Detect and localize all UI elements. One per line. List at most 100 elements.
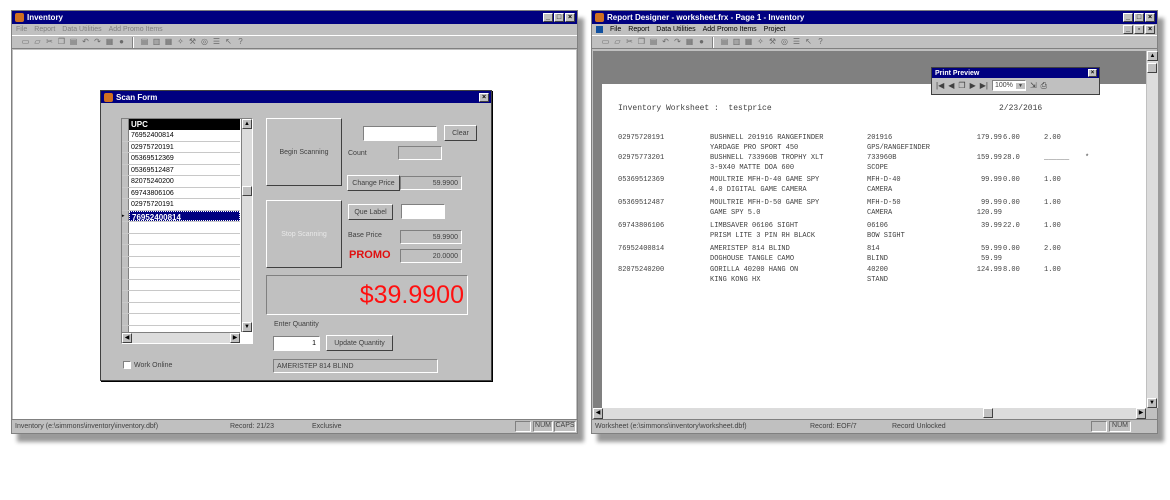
wand-icon[interactable]: ✧ (175, 37, 186, 47)
update-quantity-button[interactable]: Update Quantity (326, 335, 393, 351)
close-button[interactable]: × (565, 13, 575, 22)
menu-file[interactable]: File (16, 26, 27, 33)
hscroll-thumb[interactable] (983, 408, 993, 418)
report-titlebar[interactable]: Report Designer - worksheet.frx - Page 1… (592, 11, 1157, 24)
grid-row[interactable] (122, 268, 240, 280)
upc-cell[interactable]: 69743806106 (129, 188, 240, 199)
redo-icon[interactable]: ↷ (92, 37, 103, 47)
open-icon[interactable]: ▱ (32, 37, 43, 47)
table-icon[interactable]: ▦ (743, 37, 754, 47)
cut-icon[interactable]: ✂ (624, 37, 635, 47)
grid-row[interactable]: 69743806106 (122, 187, 240, 199)
row-selector[interactable] (122, 130, 129, 141)
upc-cell[interactable]: 76952400814 (129, 130, 240, 141)
hscroll-left-arrow[interactable]: ◀ (593, 408, 603, 419)
open-icon[interactable]: ▱ (612, 37, 623, 47)
first-page-icon[interactable]: |◀ (936, 81, 944, 90)
run-icon[interactable]: ● (696, 37, 707, 47)
pointer-icon[interactable]: ↖ (223, 37, 234, 47)
row-selector[interactable] (122, 245, 129, 256)
tools-icon[interactable]: ⚒ (767, 37, 778, 47)
scan-close-button[interactable]: × (479, 92, 489, 102)
menu-project[interactable]: Project (764, 26, 786, 33)
help-icon[interactable]: ? (815, 37, 826, 47)
row-selector[interactable] (122, 268, 129, 279)
paste-icon[interactable]: ▤ (68, 37, 79, 47)
maximize-button[interactable]: □ (1134, 13, 1144, 22)
row-selector[interactable] (122, 256, 129, 267)
upc-cell[interactable] (129, 268, 240, 279)
grid-row[interactable] (122, 291, 240, 303)
grid-row[interactable]: 05369512487 (122, 164, 240, 176)
redo-icon[interactable]: ↷ (672, 37, 683, 47)
row-selector[interactable] (122, 291, 129, 302)
help-icon[interactable]: ? (235, 37, 246, 47)
upc-cell[interactable]: 82075240200 (129, 176, 240, 187)
next-page-icon[interactable]: ▶ (970, 81, 976, 90)
wand-icon[interactable]: ✧ (755, 37, 766, 47)
cut-icon[interactable]: ✂ (44, 37, 55, 47)
grid-row[interactable]: 76952400814 (122, 130, 240, 142)
grid-row[interactable] (122, 233, 240, 245)
work-online-checkbox[interactable]: Work Online (123, 361, 172, 369)
upc-cell[interactable] (129, 257, 240, 268)
chevron-down-icon[interactable]: ▼ (1015, 82, 1025, 89)
vscroll-thumb[interactable] (1147, 63, 1157, 73)
grid-row[interactable]: ▸ 76952400814 (122, 210, 240, 222)
row-selector[interactable] (122, 176, 129, 187)
upc-cell[interactable] (129, 280, 240, 291)
row-selector[interactable] (122, 233, 129, 244)
change-price-field[interactable]: 59.9900 (400, 176, 462, 190)
grid-row[interactable]: 02975720191 (122, 199, 240, 211)
doc-close-button[interactable]: × (1145, 25, 1155, 34)
stop-scanning-button[interactable]: Stop Scanning (266, 200, 342, 268)
upc-cell[interactable]: 02975720191 (129, 142, 240, 153)
hscroll-right-arrow[interactable]: ▶ (1136, 408, 1146, 419)
preview-hscrollbar[interactable]: ◀ ▶ (593, 408, 1146, 419)
upc-cell[interactable] (129, 291, 240, 302)
copy-icon[interactable]: ❐ (636, 37, 647, 47)
upc-cell[interactable]: 76952400814 (129, 210, 240, 222)
report-icon[interactable]: ▥ (151, 37, 162, 47)
grid-row[interactable] (122, 222, 240, 234)
run-icon[interactable]: ● (116, 37, 127, 47)
grid-row[interactable]: 02975720191 (122, 141, 240, 153)
prev-page-icon[interactable]: ◀ (948, 81, 954, 90)
zoom-select[interactable]: 100% ▼ (991, 80, 1026, 91)
maximize-button[interactable]: □ (554, 13, 564, 22)
grid-row[interactable] (122, 302, 240, 314)
form-icon[interactable]: ▦ (104, 37, 115, 47)
upc-grid[interactable]: UPC 76952400814 02975720191 05369512369 053… (121, 118, 253, 344)
upc-cell[interactable] (129, 303, 240, 314)
scan-form-titlebar[interactable]: Scan Form × (101, 91, 491, 103)
row-selector[interactable] (122, 187, 129, 198)
last-page-icon[interactable]: ▶| (980, 81, 988, 90)
menu-file[interactable]: File (610, 26, 621, 33)
table-icon[interactable]: ▦ (163, 37, 174, 47)
vscroll-down-arrow[interactable]: ▼ (1147, 398, 1157, 408)
menu-report[interactable]: Report (628, 26, 649, 33)
upc-cell[interactable]: 05369512487 (129, 165, 240, 176)
row-selector[interactable] (122, 199, 129, 210)
grid-row[interactable] (122, 245, 240, 257)
row-selector[interactable] (122, 314, 129, 325)
preview-vscrollbar[interactable]: ▲ ▼ (1147, 51, 1158, 408)
close-preview-icon[interactable]: ⇲ (1030, 81, 1037, 90)
undo-icon[interactable]: ↶ (660, 37, 671, 47)
que-label-field[interactable] (401, 204, 445, 219)
goto-page-icon[interactable]: ❐ (958, 81, 965, 90)
row-selector[interactable] (122, 222, 129, 233)
upc-cell[interactable] (129, 245, 240, 256)
doc-restore-button[interactable]: ▫ (1134, 25, 1144, 34)
grid-vscrollbar[interactable]: ▲ ▼ (241, 119, 252, 332)
menu-add-promo-items[interactable]: Add Promo Items (109, 26, 163, 33)
doc-minimize-button[interactable]: _ (1123, 25, 1133, 34)
row-selector[interactable] (122, 153, 129, 164)
scroll-down-arrow[interactable]: ▼ (242, 322, 252, 332)
new-icon[interactable]: ▭ (600, 37, 611, 47)
form-icon[interactable]: ▦ (684, 37, 695, 47)
db-icon[interactable]: ◎ (779, 37, 790, 47)
minimize-button[interactable]: _ (1123, 13, 1133, 22)
row-selector[interactable] (122, 302, 129, 313)
new-icon[interactable]: ▭ (20, 37, 31, 47)
